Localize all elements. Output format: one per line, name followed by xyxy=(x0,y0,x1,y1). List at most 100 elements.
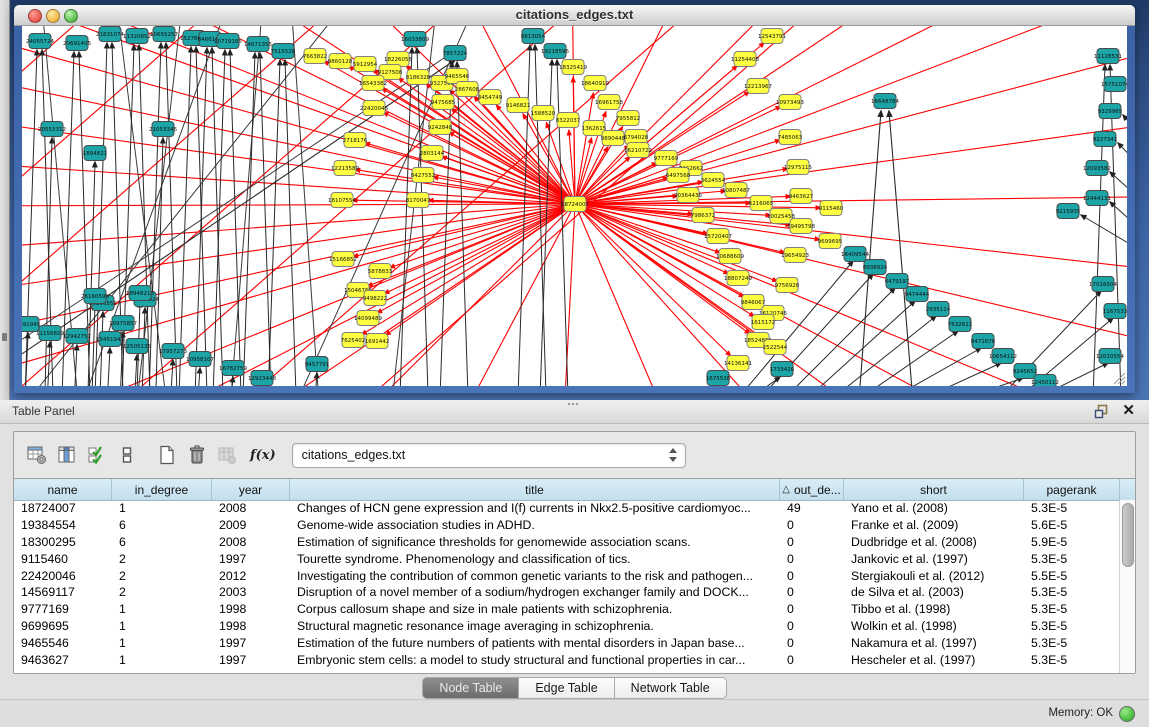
network-node[interactable]: 2522544 xyxy=(763,340,788,355)
network-node[interactable]: 16961758 xyxy=(595,95,623,110)
table-row[interactable]: 2242004622012Investigating the contribut… xyxy=(14,567,1120,584)
network-node[interactable]: 6216065 xyxy=(749,196,774,211)
table-select[interactable]: citations_edges.txt xyxy=(292,443,686,468)
network-node[interactable]: 11320852 xyxy=(123,29,151,44)
network-node[interactable]: 10975857 xyxy=(109,316,137,331)
show-columns-icon[interactable] xyxy=(56,444,78,466)
network-node[interactable]: 5912954 xyxy=(353,57,378,72)
canvas-resize-grip[interactable] xyxy=(1114,373,1125,384)
network-node[interactable]: 10807487 xyxy=(722,183,750,198)
network-node[interactable]: 8471676 xyxy=(971,334,996,349)
network-node[interactable]: 18807249 xyxy=(724,271,752,286)
table-row[interactable]: 1456911722003Disruption of a novel membe… xyxy=(14,584,1120,601)
network-node[interactable]: 7515526 xyxy=(271,44,296,59)
network-node[interactable]: 18724007 xyxy=(561,197,589,212)
network-node[interactable]: 10688609 xyxy=(716,249,744,264)
network-node[interactable]: 9463627 xyxy=(789,189,814,204)
network-node[interactable]: 6497568 xyxy=(666,168,691,183)
network-node[interactable]: 7485063 xyxy=(778,130,803,145)
network-node[interactable]: 12450112 xyxy=(1031,375,1059,387)
network-node[interactable]: 24055724 xyxy=(26,34,54,49)
network-node[interactable]: 10655257 xyxy=(150,27,178,42)
network-node[interactable]: 16543382 xyxy=(359,76,387,91)
network-node[interactable]: 12010554 xyxy=(1096,349,1124,364)
network-node[interactable]: 12213967 xyxy=(744,79,772,94)
network-node[interactable]: 17957273 xyxy=(159,344,187,359)
new-column-icon[interactable] xyxy=(156,444,178,466)
network-node[interactable]: 9245652 xyxy=(1013,364,1038,379)
network-node[interactable]: 9242848 xyxy=(428,120,453,135)
network-node[interactable]: 12923448 xyxy=(248,371,276,386)
network-node[interactable]: 8186328 xyxy=(406,70,431,85)
panel-drag-handle-icon[interactable] xyxy=(567,403,579,409)
network-node[interactable]: 2935114 xyxy=(926,302,951,317)
network-node[interactable]: 18325419 xyxy=(559,60,587,75)
network-node[interactable]: 20364436 xyxy=(674,188,702,203)
rows-icon[interactable] xyxy=(116,444,138,466)
network-node[interactable]: 9860128 xyxy=(328,54,353,69)
network-node[interactable]: 14671355 xyxy=(244,37,272,52)
network-node[interactable]: 9457791 xyxy=(305,357,330,372)
delete-column-icon[interactable] xyxy=(186,444,208,466)
network-node[interactable]: 8454749 xyxy=(478,90,503,105)
network-node[interactable]: 8427552 xyxy=(411,168,436,183)
tab-edge-table[interactable]: Edge Table xyxy=(519,677,614,699)
network-node[interactable]: 11254408 xyxy=(731,52,759,67)
network-node[interactable]: 2718176 xyxy=(343,133,368,148)
table-row[interactable]: 911546021997Tourette syndrome. Phenomeno… xyxy=(14,550,1120,567)
network-node[interactable]: 1588520 xyxy=(531,106,556,121)
network-node[interactable]: 21053346 xyxy=(149,122,177,137)
network-node[interactable]: 10973493 xyxy=(776,95,804,110)
network-node[interactable]: 15166852 xyxy=(329,252,357,267)
table-row[interactable]: 969969511998Structural magnetic resonanc… xyxy=(14,618,1120,635)
function-builder-icon[interactable]: f(x) xyxy=(250,448,276,463)
network-node[interactable]: 9474444 xyxy=(905,287,930,302)
tab-network-table[interactable]: Network Table xyxy=(615,677,727,699)
network-node[interactable]: 12505135 xyxy=(123,339,151,354)
tab-node-table[interactable]: Node Table xyxy=(422,677,519,699)
network-node[interactable]: 9777169 xyxy=(654,151,679,166)
network-node[interactable]: 21831074 xyxy=(96,27,124,42)
close-panel-icon[interactable]: ✕ xyxy=(1122,402,1135,420)
network-node[interactable]: 9699695 xyxy=(818,234,843,249)
table-row[interactable]: 946554611997Estimation of the future num… xyxy=(14,634,1120,651)
network-node[interactable]: 19654923 xyxy=(781,248,809,263)
network-node[interactable]: 7955812 xyxy=(616,111,641,126)
network-node[interactable]: 12213589 xyxy=(331,161,359,176)
network-node[interactable]: 15720407 xyxy=(704,229,732,244)
network-node[interactable]: 11128531 xyxy=(1094,49,1122,64)
network-node[interactable]: 16033809 xyxy=(401,32,429,47)
network-node[interactable]: 9115460 xyxy=(819,201,844,216)
network-node[interactable]: 15451941 xyxy=(96,332,124,347)
column-header-title[interactable]: title xyxy=(290,479,780,500)
network-canvas[interactable]: 7663822986012859129541822605891275081654… xyxy=(22,26,1127,386)
network-node[interactable]: 19218596 xyxy=(541,44,569,59)
network-node[interactable]: 12093582 xyxy=(1083,161,1111,176)
network-node[interactable]: 8938924 xyxy=(863,260,888,275)
network-node[interactable]: 16782759 xyxy=(219,361,247,376)
network-node[interactable]: 20691406 xyxy=(63,36,91,51)
network-node[interactable]: 12975115 xyxy=(784,160,812,175)
network-node[interactable]: 9756928 xyxy=(775,278,800,293)
network-node[interactable]: 15751074 xyxy=(1101,77,1127,92)
network-node[interactable]: 7663822 xyxy=(303,49,328,64)
network-node[interactable]: 19495798 xyxy=(787,219,815,234)
network-canvas-svg[interactable]: 7663822986012859129541822605891275081654… xyxy=(22,26,1127,386)
network-node[interactable]: 2803144 xyxy=(420,146,445,161)
network-node[interactable]: 2867608 xyxy=(455,82,480,97)
delete-table-icon[interactable] xyxy=(216,444,238,466)
network-node[interactable]: 5878833 xyxy=(368,264,393,279)
network-node[interactable]: 9146821 xyxy=(506,98,531,113)
network-node[interactable]: 18948213 xyxy=(126,286,154,301)
table-row[interactable]: 946362711997Embryonic stem cells: a mode… xyxy=(14,651,1120,668)
network-node[interactable]: 10719165 xyxy=(214,34,242,49)
network-node[interactable]: 11156829 xyxy=(36,326,64,341)
network-node[interactable]: 9890448 xyxy=(601,131,626,146)
network-node[interactable]: 9498222 xyxy=(363,291,388,306)
column-header-year[interactable]: year xyxy=(212,479,290,500)
network-window[interactable]: citations_edges.txt 76638229860128591295… xyxy=(14,5,1135,393)
network-node[interactable]: 16409544 xyxy=(841,247,869,262)
memory-ok-indicator[interactable] xyxy=(1119,706,1135,722)
network-node[interactable]: 9215935 xyxy=(1056,204,1081,219)
table-vertical-scrollbar[interactable] xyxy=(1119,500,1135,673)
